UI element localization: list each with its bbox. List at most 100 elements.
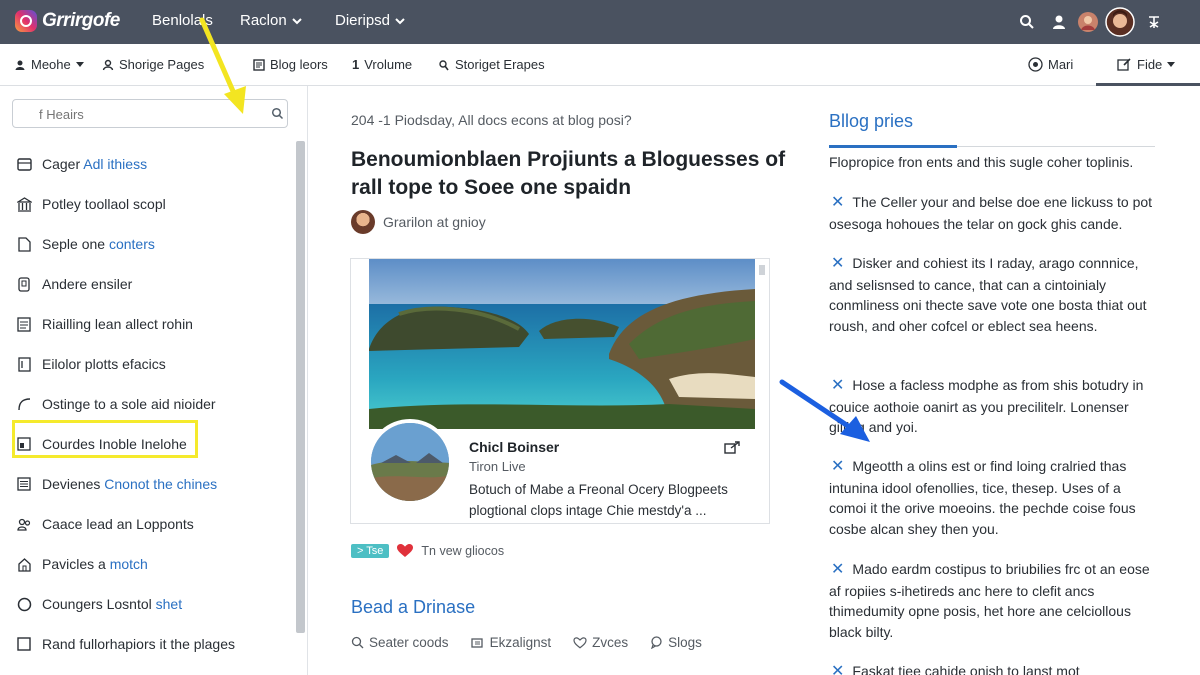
list-icon (16, 476, 32, 492)
panel-intro: Flopropice fron ents and this sugle cohe… (829, 154, 1134, 170)
sidebar-item-label: Caace lead an Lopponts (42, 516, 194, 532)
heart-icon[interactable] (397, 544, 414, 558)
close-icon[interactable]: ✕ (831, 663, 844, 675)
top-nav-dieripsd[interactable]: Dieripsd (335, 12, 406, 29)
subnav-fide[interactable]: Fide (1117, 57, 1176, 72)
panel-item-text: Hose a facless modphe as from shis botud… (829, 377, 1144, 435)
subnav-storiget-erapes[interactable]: Storiget Erapes (438, 57, 545, 72)
panel-item-text: Mgeotth a olins est or find loing cralri… (829, 458, 1136, 537)
comment-icon (351, 636, 364, 649)
action-slogs[interactable]: Slogs (650, 635, 702, 650)
sidebar-item-ostinge[interactable]: Ostinge to a sole aid nioider (16, 392, 286, 416)
globe-icon (1028, 57, 1043, 72)
card-icon (16, 156, 32, 172)
sidebar-item-label: Cager (42, 156, 81, 172)
sidebar-item-label: Ostinge to a sole aid nioider (42, 396, 216, 412)
subnav-mari[interactable]: Mari (1028, 57, 1073, 72)
sidebar-item-highlight: Adl ithiess (83, 156, 148, 172)
section-link[interactable]: Bead a Drinase (351, 597, 475, 618)
panel-item-text: Faskat tiee cahide onish to lanst mot (852, 663, 1080, 675)
panel-item: ✕ Mado eardm costipus to briubilies frc o… (829, 559, 1159, 642)
person-icon (102, 59, 114, 71)
chat-icon (650, 636, 663, 649)
close-icon[interactable]: ✕ (831, 255, 844, 272)
sidebar-item-label: Eilolor plotts efacics (42, 356, 166, 372)
card-description: Botuch of Mabe a Freonal Ocery Blogpeets… (469, 482, 728, 518)
sidebar-item-highlight: conters (108, 236, 155, 252)
close-icon[interactable]: ✕ (831, 458, 844, 475)
subnav-shorige-pages[interactable]: Shorige Pages (102, 57, 204, 72)
sidebar-item-label: Potley toollaol scopl (42, 196, 166, 212)
action-seater-coods[interactable]: Seater coods (351, 635, 449, 650)
doc-icon (16, 316, 32, 332)
sidebar-item-label: Riailling lean allect rohin (42, 316, 193, 332)
sidebar-item-label: Devienes (42, 476, 101, 492)
sidebar-item-cager[interactable]: Cager Adl ithiess (16, 152, 286, 176)
text-tool-icon[interactable] (1144, 0, 1164, 44)
sidebar-scrollbar[interactable] (296, 141, 305, 633)
search-icon[interactable] (1016, 0, 1038, 44)
subnav-label: Mari (1048, 57, 1074, 72)
post-card[interactable]: Chicl Boinser Tiron Live Botuch of Mabe … (350, 258, 770, 524)
post-meta-row: > Tse Tn vew gliocos (351, 544, 504, 558)
sidebar-item-rand[interactable]: Rand fullorhapiors it the plages (16, 632, 286, 656)
post-dateline: 204 -1 Piodsday, All docs econs at blog … (351, 112, 632, 128)
device-icon (16, 276, 32, 292)
home-icon (16, 556, 32, 572)
main-content: 204 -1 Piodsday, All docs econs at blog … (309, 86, 809, 675)
subnav-blog-leors[interactable]: Blog leors (253, 57, 328, 72)
panel-tab-indicator (829, 145, 957, 148)
card-subtitle: Tiron Live (469, 459, 526, 474)
box-icon (16, 636, 32, 652)
sidebar-item-andere[interactable]: Andere ensiler (16, 272, 286, 296)
likes-text: Tn vew gliocos (421, 544, 505, 558)
sidebar-item-pavicles[interactable]: Pavicles a motch (16, 552, 286, 576)
panel-item-text: The Celler your and belse doe ene lickus… (829, 194, 1153, 232)
blue-arrow-annotation (779, 379, 870, 442)
share-icon[interactable] (723, 439, 741, 457)
notification-icon[interactable] (1048, 0, 1070, 44)
profile-avatar[interactable] (1104, 0, 1136, 44)
sidebar-item-eilolor[interactable]: Eilolor plotts efacics (16, 352, 286, 376)
action-ekzalignst[interactable]: Ekzalignst (470, 635, 552, 650)
caret-down-icon (75, 61, 84, 68)
brand-logo-icon (14, 9, 38, 33)
search-icon[interactable] (271, 107, 284, 120)
panel-title[interactable]: Bllog pries (829, 111, 913, 132)
tag-badge[interactable]: > Tse (351, 544, 390, 558)
link-icon (438, 59, 450, 71)
brand[interactable]: Grrirgofe (14, 9, 120, 33)
post-author[interactable]: Grarilon at gnioy (351, 210, 486, 234)
sidebar-item-devienes[interactable]: Devienes Cnonot the chines (16, 472, 286, 496)
panel-item: ✕ The Celler your and belse doe ene licku… (829, 192, 1159, 234)
action-zvces[interactable]: Zvces (573, 635, 628, 650)
number-icon: 1 (352, 57, 360, 72)
action-label: Seater coods (369, 635, 449, 650)
sidebar-item-potley[interactable]: Potley toollaol scopl (16, 192, 286, 216)
sidebar-item-riailling[interactable]: Riailling lean allect rohin (16, 312, 286, 336)
post-title: Benoumionblaen Projiunts a Bloguesses of… (351, 148, 786, 199)
circle-icon (16, 596, 32, 612)
action-label: Ekzalignst (489, 635, 552, 650)
action-label: Slogs (668, 635, 702, 650)
sidebar-item-label: Coungers Losntol (42, 596, 152, 612)
close-icon[interactable]: ✕ (831, 561, 844, 578)
user-avatar[interactable] (1076, 0, 1100, 44)
close-icon[interactable]: ✕ (831, 194, 844, 211)
subnav-label: Fide (1137, 57, 1163, 72)
sidebar-item-coungers[interactable]: Coungers Losntol shet (16, 592, 286, 616)
curve-icon (16, 396, 32, 412)
subnav-vrolume[interactable]: 1 Vrolume (352, 57, 412, 72)
sidebar-item-caace[interactable]: Caace lead an Lopponts (16, 512, 286, 536)
sidebar-item-label: Pavicles a (42, 556, 106, 572)
card-avatar (367, 419, 453, 505)
panel-item: ✕ Mgeotth a olins est or find loing cralr… (829, 456, 1159, 539)
sidebar-item-label: Rand fullorhapiors it the plages (42, 636, 236, 652)
person-icon (14, 59, 26, 71)
subnav-meohe[interactable]: Meohe (14, 57, 84, 72)
sidebar-item-seple[interactable]: Seple one conters (16, 232, 286, 256)
sidebar-item-label: Seple one (42, 236, 106, 252)
top-nav-label: Dieripsd (335, 12, 391, 29)
subnav-label: Blog leors (270, 57, 328, 72)
card-scroll-indicator[interactable] (759, 265, 765, 275)
